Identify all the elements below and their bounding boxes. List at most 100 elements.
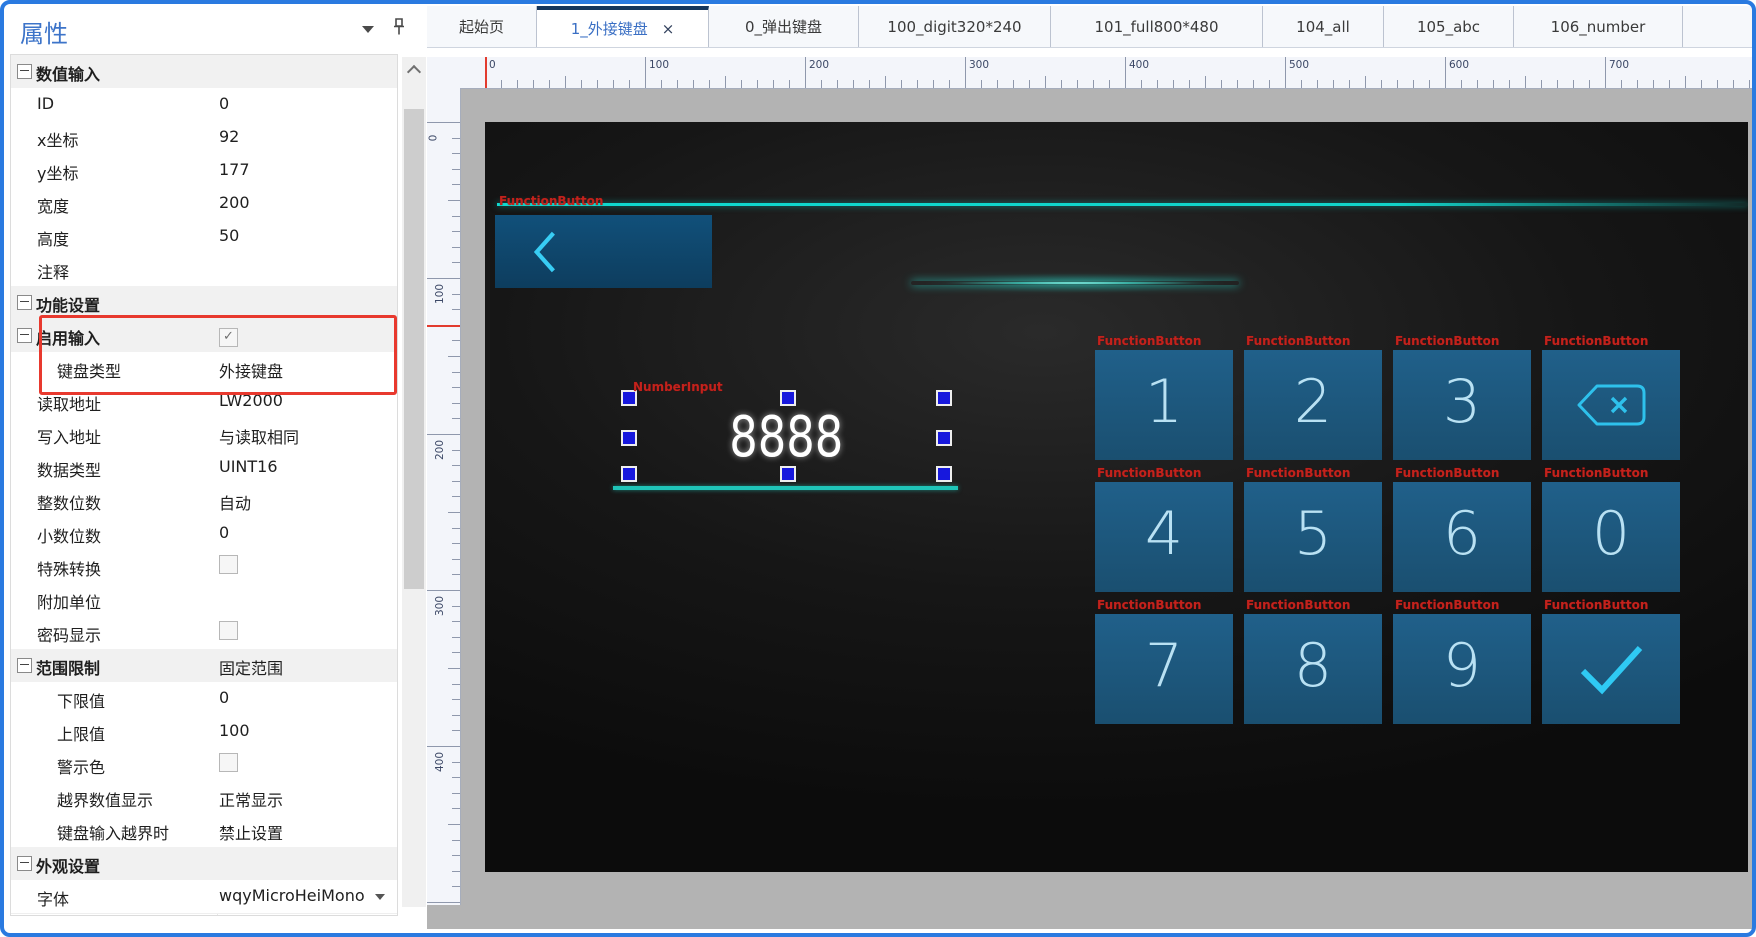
checkbox-unchecked[interactable]	[219, 621, 238, 640]
keypad-button-1[interactable]: FunctionButton 1	[1095, 334, 1233, 460]
property-value[interactable]: 177	[219, 160, 250, 179]
selection-handle[interactable]	[780, 390, 796, 406]
property-row-10[interactable]: 读取地址 LW2000	[11, 385, 397, 419]
property-row-2[interactable]: x坐标 92	[11, 121, 397, 155]
tab-106_number[interactable]: 106_number	[1514, 6, 1683, 47]
back-button[interactable]	[495, 215, 712, 288]
property-value[interactable]: 外接键盘	[219, 358, 283, 382]
number-input-tag: NumberInput	[633, 380, 723, 394]
property-value[interactable]: 禁止设置	[219, 820, 283, 844]
property-row-6[interactable]: 注释	[11, 253, 397, 287]
property-row-17[interactable]: 密码显示	[11, 616, 397, 650]
property-value[interactable]: 与读取相同	[219, 424, 299, 448]
decor-cyan-line	[497, 203, 1748, 206]
property-value[interactable]	[219, 753, 238, 776]
dropdown-arrow-icon[interactable]	[374, 893, 385, 900]
keypad-button-8[interactable]: FunctionButton 8	[1244, 598, 1382, 724]
number-input-widget[interactable]: 8888	[621, 390, 952, 482]
property-value[interactable]: 92	[219, 127, 239, 146]
collapse-icon[interactable]	[17, 658, 32, 673]
property-value[interactable]: 0	[219, 94, 229, 113]
ruler-tick	[1093, 80, 1094, 88]
property-value[interactable]: 正常显示	[219, 787, 283, 811]
property-row-23[interactable]: 键盘输入越界时 禁止设置	[11, 814, 397, 848]
keypad-button-9[interactable]: FunctionButton 9	[1393, 598, 1531, 724]
property-row-24[interactable]: 外观设置	[11, 847, 397, 881]
checkbox-checked[interactable]: ✓	[219, 328, 238, 347]
panel-menu-caret-icon[interactable]	[362, 26, 374, 33]
property-row-14[interactable]: 小数位数 0	[11, 517, 397, 551]
ruler-tick	[452, 808, 460, 810]
ruler-tick	[1605, 57, 1606, 88]
property-row-4[interactable]: 宽度 200	[11, 187, 397, 221]
property-row-3[interactable]: y坐标 177	[11, 154, 397, 188]
ruler-tick	[645, 57, 646, 88]
ruler-tick	[1205, 76, 1206, 88]
property-row-5[interactable]: 高度 50	[11, 220, 397, 254]
keypad-button-3[interactable]: FunctionButton 3	[1393, 334, 1531, 460]
property-row-19[interactable]: 下限值 0	[11, 682, 397, 716]
property-row-11[interactable]: 写入地址 与读取相同	[11, 418, 397, 452]
property-value[interactable]: 0	[219, 523, 229, 542]
property-row-8[interactable]: 启用输入 ✓	[11, 319, 397, 353]
selection-handle[interactable]	[936, 390, 952, 406]
property-row-0[interactable]: 数值输入	[11, 55, 397, 89]
keypad-button-7[interactable]: FunctionButton 7	[1095, 598, 1233, 724]
property-value[interactable]: 自动	[219, 490, 251, 514]
scroll-up-arrow-icon[interactable]	[402, 57, 426, 81]
design-canvas[interactable]: FunctionButton NumberInput 8888 Function…	[485, 122, 1748, 872]
property-row-1[interactable]: ID 0	[11, 88, 397, 122]
property-row-22[interactable]: 越界数值显示 正常显示	[11, 781, 397, 815]
property-value[interactable]	[219, 555, 238, 578]
keypad-button-0[interactable]: FunctionButton 0	[1542, 466, 1680, 592]
collapse-icon[interactable]	[17, 328, 32, 343]
tab-1_外接键盘[interactable]: 1_外接键盘 ×	[537, 6, 709, 47]
property-row-15[interactable]: 特殊转换	[11, 550, 397, 584]
ruler-tick	[452, 574, 460, 576]
keypad-button-check-icon[interactable]: FunctionButton	[1542, 598, 1680, 724]
keypad-button-backspace-icon[interactable]: FunctionButton	[1542, 334, 1680, 460]
collapse-icon[interactable]	[17, 64, 32, 79]
tab-105_abc[interactable]: 105_abc	[1384, 6, 1514, 47]
keypad-button-2[interactable]: FunctionButton 2	[1244, 334, 1382, 460]
property-row-21[interactable]: 警示色	[11, 748, 397, 782]
property-row-18[interactable]: 范围限制 固定范围	[11, 649, 397, 683]
property-row-13[interactable]: 整数位数 自动	[11, 484, 397, 518]
ruler-tick	[1413, 80, 1414, 88]
tab-104_all[interactable]: 104_all	[1263, 6, 1384, 47]
ruler-tick	[452, 792, 460, 794]
property-value[interactable]: UINT16	[219, 457, 278, 476]
property-value[interactable]: LW2000	[219, 391, 283, 410]
property-value[interactable]	[219, 621, 238, 644]
tab-起始页[interactable]: 起始页	[427, 6, 537, 47]
property-row-7[interactable]: 功能设置	[11, 286, 397, 320]
checkbox-unchecked[interactable]	[219, 555, 238, 574]
property-value[interactable]: 100	[219, 721, 250, 740]
property-value[interactable]: ✓	[219, 325, 238, 347]
collapse-icon[interactable]	[17, 295, 32, 310]
checkbox-unchecked[interactable]	[219, 753, 238, 772]
property-row-16[interactable]: 附加单位	[11, 583, 397, 617]
collapse-icon[interactable]	[17, 856, 32, 871]
property-row-12[interactable]: 数据类型 UINT16	[11, 451, 397, 485]
property-row-9[interactable]: 键盘类型 外接键盘	[11, 352, 397, 386]
tab-0_弹出键盘[interactable]: 0_弹出键盘	[709, 6, 859, 47]
properties-scrollbar[interactable]	[402, 57, 426, 907]
property-value[interactable]: 固定范围	[219, 655, 283, 679]
tab-100_digit320*240[interactable]: 100_digit320*240	[859, 6, 1051, 47]
close-tab-icon[interactable]: ×	[662, 20, 675, 38]
auto-hide-pin-icon[interactable]	[392, 18, 406, 40]
property-value[interactable]: wqyMicroHeiMono	[219, 886, 385, 905]
property-row-25[interactable]: 字体 wqyMicroHeiMono	[11, 880, 397, 914]
ruler-tick	[1525, 76, 1526, 88]
property-row-20[interactable]: 上限值 100	[11, 715, 397, 749]
keypad-button-5[interactable]: FunctionButton 5	[1244, 466, 1382, 592]
keypad-button-6[interactable]: FunctionButton 6	[1393, 466, 1531, 592]
property-value[interactable]: 200	[219, 193, 250, 212]
property-value[interactable]: 50	[219, 226, 239, 245]
property-value[interactable]: 0	[219, 688, 229, 707]
keypad-button-4[interactable]: FunctionButton 4	[1095, 466, 1233, 592]
ruler-tick	[773, 80, 774, 88]
scrollbar-thumb[interactable]	[404, 109, 424, 589]
tab-101_full800*480[interactable]: 101_full800*480	[1051, 6, 1263, 47]
